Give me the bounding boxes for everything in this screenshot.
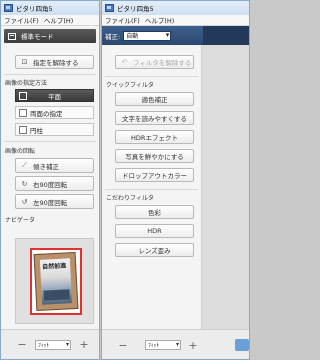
left-window: ピタリ四角5 ファイル(F) ヘルプ(H) 標準モード ⊡ 指定を解除する 画像… bbox=[0, 0, 100, 360]
mode-header[interactable]: 標準モード bbox=[4, 29, 96, 43]
section-method-label: 画像の指定方法 bbox=[5, 80, 48, 87]
right-window: ピタリ四角5 ファイル(F) ヘルプ(H) 補正: 自動 ↶ フィルタを解除する… bbox=[101, 0, 250, 360]
zoom-out-button[interactable]: − bbox=[118, 339, 128, 352]
divider bbox=[105, 76, 198, 77]
title-bar: ピタリ四角5 bbox=[102, 1, 249, 15]
toolbar-extension bbox=[203, 26, 249, 45]
title-bar: ピタリ四角5 bbox=[1, 1, 99, 15]
window-title: ピタリ四角5 bbox=[117, 5, 154, 13]
release-label: 指定を解除する bbox=[33, 59, 79, 67]
menu-file[interactable]: ファイル(F) bbox=[105, 15, 140, 25]
quick-filter-label: 写真を鮮やかにする bbox=[125, 153, 184, 161]
app-icon bbox=[4, 4, 13, 12]
correction-label: 補正: bbox=[105, 32, 121, 41]
zoom-bar: − ﾌｨｯﾄ + bbox=[1, 329, 99, 359]
section-rotation-label: 画像の回転 bbox=[5, 148, 36, 155]
quick-filter-button[interactable]: 適色補正 bbox=[115, 92, 194, 106]
tilt-correction-button[interactable]: ⟋ 傾き補正 bbox=[15, 158, 94, 173]
zoom-bar: − ﾌｨｯﾄ + bbox=[102, 329, 249, 359]
method-option-cylinder[interactable]: 円柱 bbox=[15, 123, 94, 136]
correction-toolbar: 補正: 自動 bbox=[102, 26, 249, 45]
rotate-right-button[interactable]: ↻ 右90度回転 bbox=[15, 176, 94, 191]
special-filter-button[interactable]: 色彩 bbox=[115, 205, 194, 219]
quick-filter-label: HDRエフェクト bbox=[131, 134, 178, 142]
method-option-label: 円柱 bbox=[30, 126, 43, 135]
double-page-icon bbox=[19, 109, 27, 117]
zoom-in-button[interactable]: + bbox=[188, 339, 198, 352]
undo-icon: ↶ bbox=[121, 58, 128, 66]
special-filter-button[interactable]: HDR bbox=[115, 224, 194, 238]
zoom-select[interactable]: ﾌｨｯﾄ bbox=[35, 339, 71, 350]
quick-filter-label: 適色補正 bbox=[141, 96, 168, 104]
quick-filter-button[interactable]: HDRエフェクト bbox=[115, 130, 194, 144]
quick-filter-button[interactable]: ドロップアウトカラー bbox=[115, 168, 194, 182]
cylinder-icon bbox=[19, 126, 27, 134]
scroll-handle[interactable] bbox=[235, 339, 249, 351]
special-filter-label: レンズ歪み bbox=[138, 247, 171, 255]
release-filter-label: フィルタを解除する bbox=[133, 59, 192, 67]
special-filter-label: 色彩 bbox=[148, 209, 161, 217]
menu-help[interactable]: ヘルプ(H) bbox=[145, 15, 174, 25]
divider bbox=[4, 74, 96, 75]
menu-file[interactable]: ファイル(F) bbox=[4, 15, 39, 25]
zoom-in-button[interactable]: + bbox=[79, 338, 89, 351]
navigator-view[interactable]: 自然前進 bbox=[15, 238, 94, 324]
release-selection-button[interactable]: ⊡ 指定を解除する bbox=[15, 55, 94, 69]
mode-icon bbox=[8, 32, 16, 40]
special-filter-label: HDR bbox=[147, 227, 162, 235]
rotate-left-label: 左90度回転 bbox=[33, 198, 68, 207]
tilt-label: 傾き補正 bbox=[33, 162, 59, 171]
menu-bar: ファイル(F) ヘルプ(H) bbox=[1, 15, 99, 26]
section-navigator-label: ナビゲータ bbox=[5, 217, 36, 224]
zoom-out-button[interactable]: − bbox=[17, 338, 27, 351]
quick-filter-label: 文字を読みやすくする bbox=[122, 115, 187, 123]
method-option-double[interactable]: 両面の指定 bbox=[15, 106, 94, 119]
app-icon bbox=[105, 4, 114, 12]
section-quick-label: クイックフィルタ bbox=[106, 82, 154, 89]
release-icon: ⊡ bbox=[21, 58, 28, 66]
method-option-label: 平面 bbox=[48, 92, 61, 101]
special-filter-button[interactable]: レンズ歪み bbox=[115, 243, 194, 257]
rotate-right-icon: ↻ bbox=[21, 179, 28, 188]
menu-bar: ファイル(F) ヘルプ(H) bbox=[102, 15, 249, 26]
rotate-left-button[interactable]: ↺ 左90度回転 bbox=[15, 194, 94, 209]
release-filter-button[interactable]: ↶ フィルタを解除する bbox=[115, 55, 194, 69]
filter-panel: ↶ フィルタを解除する クイックフィルタ 適色補正 文字を読みやすくする HDR… bbox=[102, 45, 202, 329]
divider bbox=[4, 141, 96, 142]
navigator-viewport-frame[interactable]: 自然前進 bbox=[30, 248, 82, 315]
section-special-label: こだわりフィルタ bbox=[106, 195, 154, 202]
photo-text: 自然前進 bbox=[42, 262, 67, 271]
photo-content: 自然前進 bbox=[39, 258, 73, 305]
divider bbox=[105, 189, 198, 190]
quick-filter-button[interactable]: 写真を鮮やかにする bbox=[115, 149, 194, 163]
method-option-flat[interactable]: 平面 bbox=[15, 89, 94, 102]
method-option-label: 両面の指定 bbox=[30, 109, 63, 118]
zoom-select[interactable]: ﾌｨｯﾄ bbox=[145, 340, 181, 350]
navigator-photo: 自然前進 bbox=[33, 251, 79, 312]
window-title: ピタリ四角5 bbox=[16, 5, 53, 13]
tilt-icon: ⟋ bbox=[22, 161, 27, 169]
mode-label: 標準モード bbox=[21, 33, 54, 41]
quick-filter-button[interactable]: 文字を読みやすくする bbox=[115, 111, 194, 125]
quick-filter-label: ドロップアウトカラー bbox=[122, 172, 187, 180]
image-canvas[interactable] bbox=[202, 45, 249, 329]
correction-select[interactable]: 自動 bbox=[123, 30, 172, 41]
menu-help[interactable]: ヘルプ(H) bbox=[44, 15, 73, 25]
rotate-left-icon: ↺ bbox=[21, 197, 28, 206]
rotate-right-label: 右90度回転 bbox=[33, 180, 68, 189]
photo-band bbox=[43, 289, 70, 301]
flat-icon bbox=[19, 92, 27, 100]
